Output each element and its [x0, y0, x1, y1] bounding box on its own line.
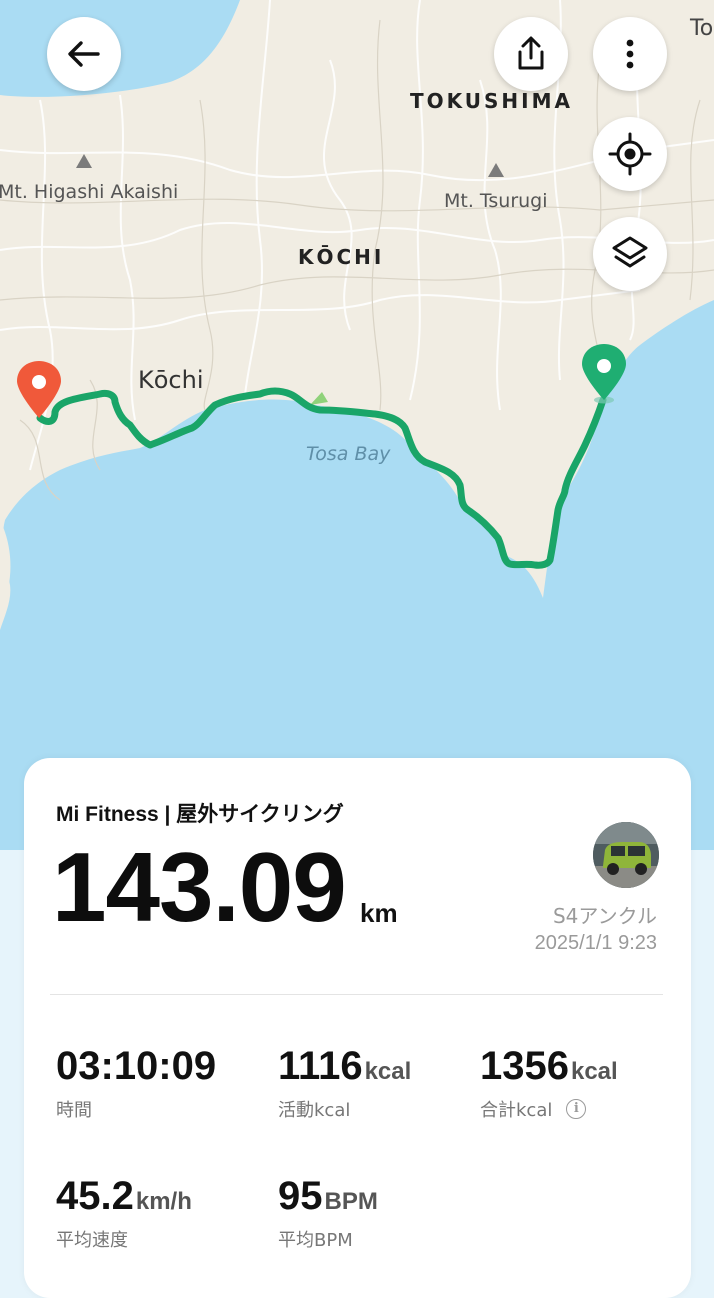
distance-value: 143.09	[52, 832, 347, 942]
device-name: S4アンクル	[552, 904, 657, 928]
share-icon	[518, 36, 544, 70]
stat-label: 平均速度	[56, 1230, 128, 1251]
divider	[50, 994, 663, 995]
label-corner-partial: To	[690, 16, 714, 41]
stat-unit: BPM	[324, 1188, 378, 1215]
stat-unit: kcal	[364, 1058, 412, 1085]
stat-avg-speed: 45.2km/h 平均速度	[56, 1176, 192, 1252]
stat-unit: kcal	[570, 1058, 618, 1085]
stat-label: 平均BPM	[278, 1230, 353, 1251]
stat-value: 03:10:09	[56, 1044, 217, 1088]
label-kochi-city: Kōchi	[138, 366, 204, 394]
label-mt-higashi-akaishi: Mt. Higashi Akaishi	[0, 181, 179, 203]
stat-active-kcal: 1116kcal 活動kcal	[278, 1046, 411, 1122]
stat-avg-bpm: 95BPM 平均BPM	[278, 1176, 378, 1252]
share-button[interactable]	[494, 17, 568, 91]
locate-button[interactable]	[593, 117, 667, 191]
info-icon[interactable]: i	[566, 1099, 587, 1119]
stat-unit: km/h	[135, 1188, 192, 1215]
layers-button[interactable]	[593, 217, 667, 291]
stat-value: 1116	[278, 1044, 363, 1088]
stat-label: 合計kcal	[480, 1100, 553, 1121]
arrow-left-icon	[68, 41, 100, 67]
label-tosa-bay: Tosa Bay	[306, 443, 391, 465]
avatar[interactable]	[593, 822, 659, 888]
label-kochi-region: KŌCHI	[298, 245, 385, 269]
back-button[interactable]	[47, 17, 121, 91]
label-tokushima: TOKUSHIMA	[410, 89, 573, 113]
distance-unit: km	[360, 898, 398, 928]
stat-total-kcal: 1356kcal 合計kcal i	[480, 1046, 618, 1122]
more-button[interactable]	[593, 17, 667, 91]
stat-duration: 03:10:09 時間	[56, 1046, 216, 1122]
car-photo	[593, 822, 659, 888]
label-mt-tsurugi: Mt. Tsurugi	[444, 190, 548, 212]
route-map[interactable]: TOKUSHIMA KŌCHI Mt. Higashi Akaishi Mt. …	[0, 0, 714, 850]
activity-datetime: 2025/1/1 9:23	[534, 932, 657, 954]
locate-icon	[608, 132, 652, 176]
activity-title: Mi Fitness | 屋外サイクリング	[56, 803, 344, 826]
stat-value: 95	[278, 1174, 323, 1218]
stat-value: 45.2	[56, 1174, 134, 1218]
more-vertical-icon	[626, 39, 634, 69]
stat-value: 1356	[480, 1044, 569, 1088]
stat-label: 活動kcal	[278, 1100, 351, 1121]
activity-summary-card: Mi Fitness | 屋外サイクリング 143.09 km S4アンクル 2…	[24, 758, 691, 1298]
layers-icon	[612, 236, 648, 268]
stat-label: 時間	[56, 1100, 92, 1121]
